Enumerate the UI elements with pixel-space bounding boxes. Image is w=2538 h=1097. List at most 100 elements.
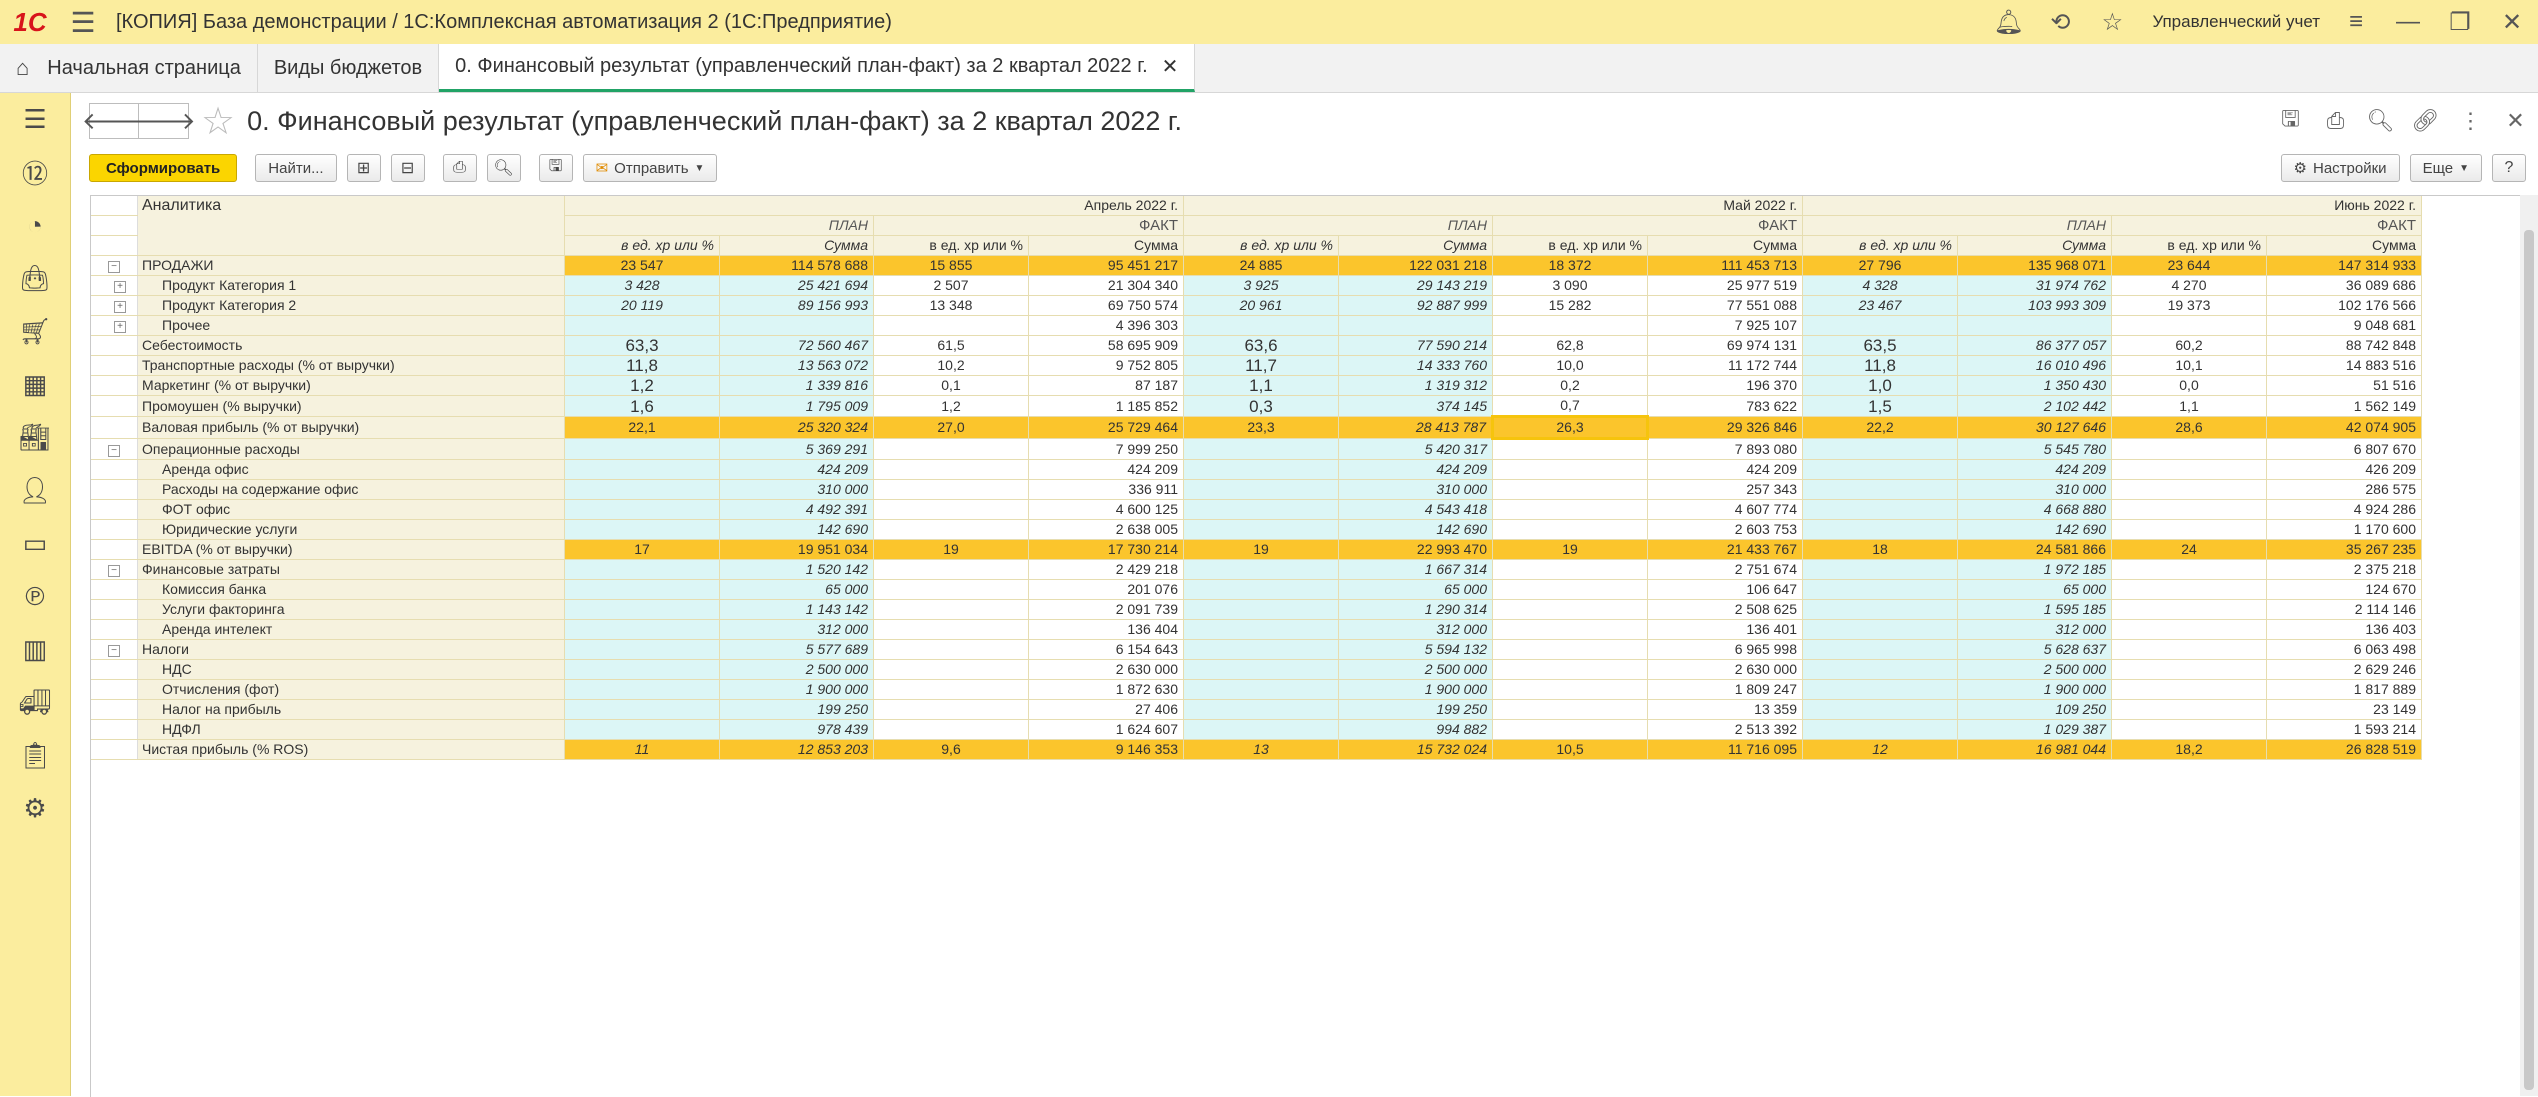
plan-cell[interactable]: 1,1 bbox=[1183, 375, 1339, 396]
plan-cell[interactable]: 25 320 324 bbox=[719, 416, 874, 439]
tab-budget-types[interactable]: Виды бюджетов bbox=[258, 44, 440, 92]
fact-cell[interactable]: 124 670 bbox=[2266, 579, 2422, 600]
minimize-icon[interactable]: — bbox=[2382, 0, 2434, 44]
plan-cell[interactable]: 1,0 bbox=[1802, 375, 1958, 396]
fact-cell[interactable]: 95 451 217 bbox=[1028, 255, 1184, 276]
fact-cell[interactable]: 4 270 bbox=[2111, 275, 2267, 296]
plan-cell[interactable]: 312 000 bbox=[719, 619, 874, 640]
fact-cell[interactable]: 17 730 214 bbox=[1028, 539, 1184, 560]
print-preview-icon[interactable]: 🔍︎ bbox=[486, 154, 521, 182]
plan-cell[interactable]: 3 428 bbox=[564, 275, 720, 296]
fact-cell[interactable] bbox=[1492, 315, 1648, 336]
tree-gutter[interactable]: − bbox=[91, 438, 138, 460]
fact-cell[interactable]: 23 149 bbox=[2266, 699, 2422, 720]
tree-gutter[interactable]: − bbox=[91, 255, 138, 276]
plan-cell[interactable]: 310 000 bbox=[1957, 479, 2112, 500]
table-row[interactable]: + Продукт Категория 13 428 25 421 694 2 507… bbox=[91, 275, 2422, 296]
generate-button[interactable]: Сформировать bbox=[89, 154, 238, 182]
fact-cell[interactable]: 2 508 625 bbox=[1647, 599, 1803, 620]
fact-cell[interactable]: 27 406 bbox=[1028, 699, 1184, 720]
plan-cell[interactable] bbox=[1183, 639, 1339, 660]
plan-cell[interactable] bbox=[564, 619, 720, 640]
fact-cell[interactable]: 62,8 bbox=[1492, 335, 1648, 356]
plan-cell[interactable]: 86 377 057 bbox=[1957, 335, 2112, 356]
plan-cell[interactable]: 22 993 470 bbox=[1338, 539, 1493, 560]
fact-cell[interactable]: 35 267 235 bbox=[2266, 539, 2422, 560]
plan-cell[interactable] bbox=[1183, 499, 1339, 520]
print-button-icon[interactable]: ⎙ bbox=[442, 154, 477, 182]
fact-cell[interactable] bbox=[2111, 659, 2267, 680]
plan-cell[interactable]: 2 102 442 bbox=[1957, 395, 2112, 417]
fact-cell[interactable] bbox=[2111, 639, 2267, 660]
plan-cell[interactable] bbox=[719, 315, 874, 336]
plan-cell[interactable]: 312 000 bbox=[1957, 619, 2112, 640]
table-row[interactable]: НДС 2 500 000 2 630 000 2 500 000 2 630 000 2… bbox=[91, 659, 2422, 680]
plan-cell[interactable]: 15 732 024 bbox=[1338, 739, 1493, 760]
settings-button[interactable]: ⚙ Настройки bbox=[2280, 154, 2400, 182]
fact-cell[interactable]: 11 716 095 bbox=[1647, 739, 1803, 760]
plan-cell[interactable]: 3 925 bbox=[1183, 275, 1339, 296]
fact-cell[interactable]: 14 883 516 bbox=[2266, 355, 2422, 376]
fact-cell[interactable]: 88 742 848 bbox=[2266, 335, 2422, 356]
fact-cell[interactable]: 136 401 bbox=[1647, 619, 1803, 640]
plan-cell[interactable] bbox=[1957, 315, 2112, 336]
tree-gutter[interactable]: − bbox=[91, 639, 138, 660]
plan-cell[interactable]: 29 143 219 bbox=[1338, 275, 1493, 296]
fact-cell[interactable] bbox=[873, 599, 1029, 620]
fact-cell[interactable]: 26 828 519 bbox=[2266, 739, 2422, 760]
fact-cell[interactable]: 9 146 353 bbox=[1028, 739, 1184, 760]
fact-cell[interactable]: 18 372 bbox=[1492, 255, 1648, 276]
plan-cell[interactable]: 63,6 bbox=[1183, 335, 1339, 356]
plan-cell[interactable] bbox=[564, 519, 720, 540]
fact-cell[interactable] bbox=[873, 579, 1029, 600]
table-row[interactable]: Налог на прибыль 199 250 27 406 199 250 13 3… bbox=[91, 699, 2422, 720]
fact-cell[interactable]: 2 638 005 bbox=[1028, 519, 1184, 540]
plan-cell[interactable]: 13 563 072 bbox=[719, 355, 874, 376]
fact-cell[interactable]: 15 282 bbox=[1492, 295, 1648, 316]
plan-cell[interactable]: 5 628 637 bbox=[1957, 639, 2112, 660]
fact-cell[interactable]: 2 630 000 bbox=[1647, 659, 1803, 680]
fact-cell[interactable]: 21 304 340 bbox=[1028, 275, 1184, 296]
fact-cell[interactable] bbox=[1492, 639, 1648, 660]
fact-cell[interactable]: 3 090 bbox=[1492, 275, 1648, 296]
cart-icon[interactable]: 🛒︎ bbox=[0, 305, 70, 358]
scrollbar-thumb[interactable] bbox=[2524, 230, 2534, 1090]
fact-cell[interactable]: 0,7 bbox=[1492, 395, 1648, 417]
plan-cell[interactable]: 27 796 bbox=[1802, 255, 1958, 276]
fact-cell[interactable]: 106 647 bbox=[1647, 579, 1803, 600]
fact-cell[interactable] bbox=[1492, 438, 1648, 460]
fact-cell[interactable] bbox=[873, 659, 1029, 680]
plan-cell[interactable]: 109 250 bbox=[1957, 699, 2112, 720]
app-logo-icon[interactable]: 1С bbox=[0, 0, 60, 44]
fact-cell[interactable]: 0,2 bbox=[1492, 375, 1648, 396]
plan-cell[interactable]: 2 500 000 bbox=[1338, 659, 1493, 680]
plan-cell[interactable]: 77 590 214 bbox=[1338, 335, 1493, 356]
bar-chart-icon[interactable]: ▥ bbox=[0, 623, 70, 676]
fact-cell[interactable] bbox=[1492, 519, 1648, 540]
fact-cell[interactable]: 10,2 bbox=[873, 355, 1029, 376]
plan-cell[interactable]: 1 339 816 bbox=[719, 375, 874, 396]
fact-cell[interactable] bbox=[2111, 619, 2267, 640]
fact-cell[interactable]: 2 513 392 bbox=[1647, 719, 1803, 740]
preview-icon[interactable]: 🔍︎ bbox=[2358, 93, 2403, 149]
fact-cell[interactable]: 29 326 846 bbox=[1647, 416, 1803, 439]
plan-cell[interactable]: 103 993 309 bbox=[1957, 295, 2112, 316]
main-menu-icon[interactable]: ☰ bbox=[60, 0, 106, 44]
fact-cell[interactable]: 58 695 909 bbox=[1028, 335, 1184, 356]
fact-cell[interactable]: 2 603 753 bbox=[1647, 519, 1803, 540]
table-row[interactable]: Валовая прибыль (% от выручки) 22,1 25 320… bbox=[91, 415, 2422, 440]
plan-cell[interactable]: 23 467 bbox=[1802, 295, 1958, 316]
plan-cell[interactable]: 1 900 000 bbox=[719, 679, 874, 700]
plan-cell[interactable] bbox=[1183, 579, 1339, 600]
settings-menu-icon[interactable]: ≡ bbox=[2330, 0, 2382, 44]
close-window-icon[interactable]: ✕ bbox=[2486, 0, 2538, 44]
plan-cell[interactable]: 2 500 000 bbox=[1957, 659, 2112, 680]
plan-cell[interactable]: 11 bbox=[564, 739, 720, 760]
plan-cell[interactable]: 28 413 787 bbox=[1338, 416, 1493, 439]
expand-group-icon[interactable]: + bbox=[114, 281, 126, 293]
plan-cell[interactable]: 12 bbox=[1802, 739, 1958, 760]
plan-cell[interactable] bbox=[564, 599, 720, 620]
tab-financial-result[interactable]: 0. Финансовый результат (управленческий … bbox=[439, 44, 1196, 92]
fact-cell[interactable] bbox=[873, 559, 1029, 580]
plan-cell[interactable] bbox=[1338, 315, 1493, 336]
